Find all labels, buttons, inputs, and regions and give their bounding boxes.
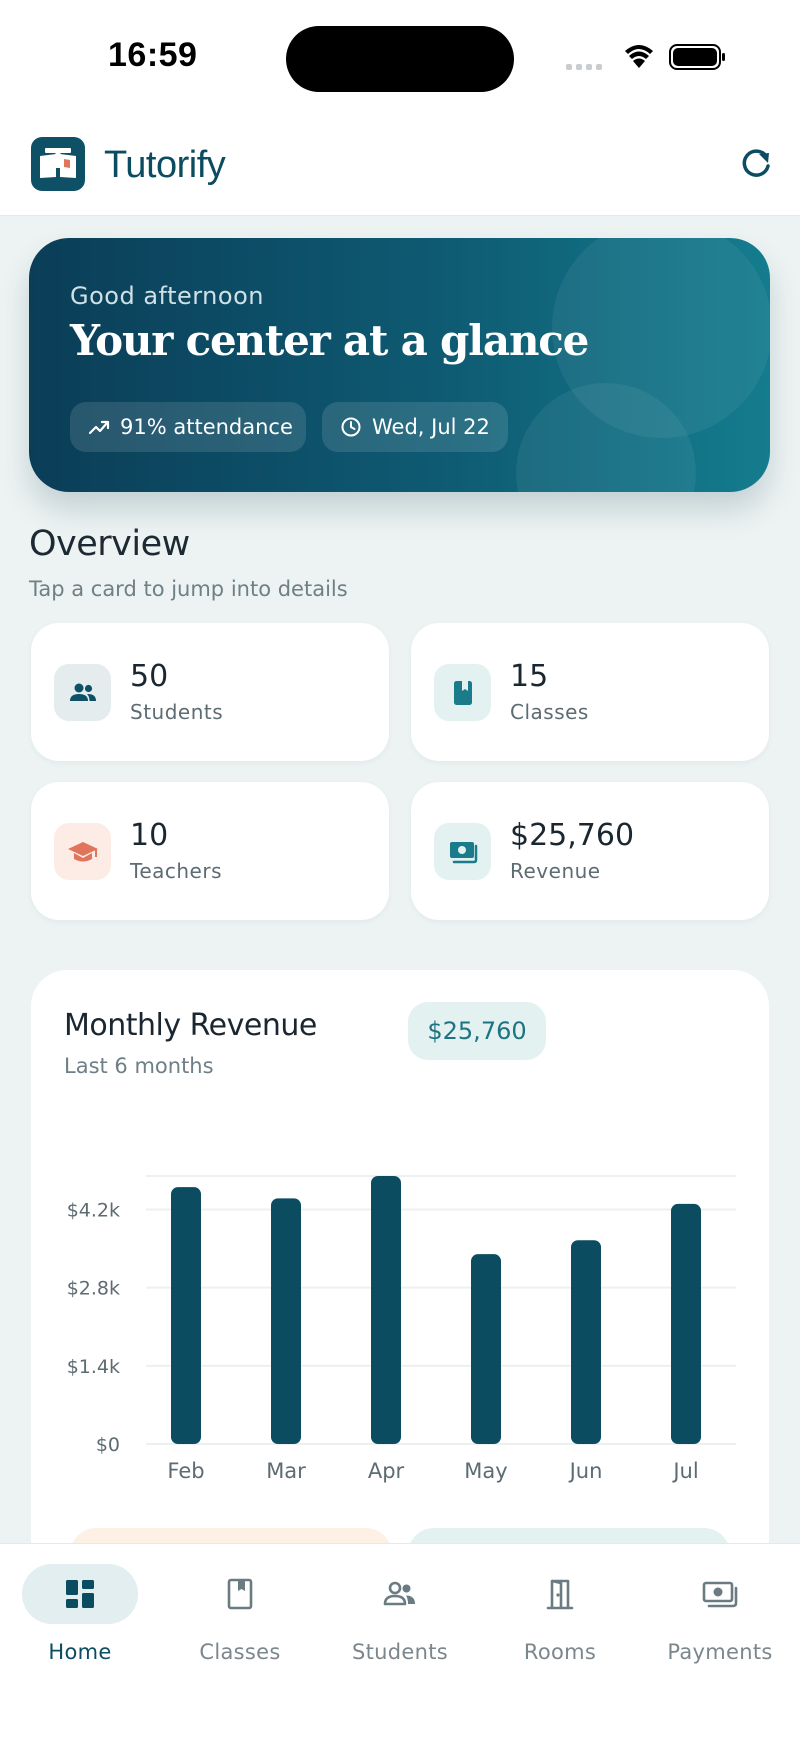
status-bar: 16:59 bbox=[0, 0, 800, 110]
stat-label: Students bbox=[130, 700, 224, 724]
stat-card-revenue[interactable]: $25,760 Revenue bbox=[411, 782, 769, 920]
book-icon bbox=[453, 680, 472, 705]
nav-label: Rooms bbox=[523, 1640, 597, 1664]
stat-card-students[interactable]: 50 Students bbox=[31, 623, 389, 761]
revenue-bar[interactable] bbox=[471, 1254, 501, 1444]
revenue-chart-card: Monthly Revenue Last 6 months $25,760 $0… bbox=[31, 970, 769, 1544]
hero-title: Your center at a glance bbox=[70, 316, 589, 365]
nav-icon-wrap bbox=[182, 1564, 298, 1624]
date-chip: Wed, Jul 22 bbox=[322, 402, 508, 452]
y-tick-label: $1.4k bbox=[67, 1356, 120, 1378]
revenue-bar-chart: $0 $1.4k $2.8k $4.2k Feb Mar Apr May Jun Jul bbox=[67, 1175, 736, 1483]
nav-label: Students bbox=[351, 1640, 448, 1664]
book-icon bbox=[227, 1578, 253, 1610]
nav-icon-wrap bbox=[662, 1564, 778, 1624]
overview-subtitle: Tap a card to jump into details bbox=[29, 577, 348, 601]
overview-title: Overview bbox=[29, 524, 190, 564]
dashboard-icon bbox=[66, 1580, 94, 1608]
x-tick-label: Feb bbox=[167, 1459, 204, 1483]
nav-label: Home bbox=[48, 1640, 112, 1664]
app-name: Tutorify bbox=[104, 144, 226, 186]
scroll-content[interactable]: Good afternoon Your center at a glance 9… bbox=[0, 216, 800, 1544]
stat-value: 50 bbox=[130, 659, 169, 694]
revenue-bar[interactable] bbox=[671, 1203, 701, 1444]
nav-students[interactable]: Students bbox=[320, 1564, 480, 1674]
x-tick-label: Jul bbox=[671, 1459, 698, 1483]
stat-label: Teachers bbox=[130, 859, 222, 883]
nav-payments[interactable]: Payments bbox=[640, 1564, 800, 1674]
date-text: Wed, Jul 22 bbox=[372, 415, 490, 439]
people-icon bbox=[69, 683, 96, 701]
nav-label: Classes bbox=[199, 1640, 281, 1664]
app-header: Tutorify bbox=[0, 110, 800, 216]
trending-up-icon bbox=[88, 420, 110, 435]
stat-icon-bg bbox=[54, 823, 111, 880]
x-tick-label: Mar bbox=[266, 1459, 306, 1483]
revenue-bar[interactable] bbox=[271, 1198, 301, 1444]
y-tick-label: $0 bbox=[96, 1434, 120, 1456]
stat-icon-bg bbox=[434, 823, 491, 880]
status-time: 16:59 bbox=[108, 36, 198, 74]
cash-icon bbox=[449, 841, 477, 863]
attendance-chip: 91% attendance bbox=[70, 402, 306, 452]
wifi-icon bbox=[625, 45, 653, 68]
cash-icon bbox=[702, 1581, 738, 1608]
refresh-icon bbox=[742, 149, 770, 177]
stat-icon-bg bbox=[434, 664, 491, 721]
attendance-text: 91% attendance bbox=[120, 415, 293, 439]
revenue-bar[interactable] bbox=[371, 1176, 401, 1444]
door-icon bbox=[546, 1579, 574, 1610]
nav-rooms[interactable]: Rooms bbox=[480, 1564, 640, 1674]
x-tick-label: Apr bbox=[368, 1459, 405, 1483]
refresh-button[interactable] bbox=[736, 144, 776, 184]
stat-value: $25,760 bbox=[510, 818, 635, 853]
x-tick-label: Jun bbox=[568, 1459, 603, 1483]
nav-classes[interactable]: Classes bbox=[160, 1564, 320, 1674]
stat-value: 15 bbox=[510, 659, 549, 694]
battery-icon bbox=[669, 44, 725, 70]
y-tick-label: $4.2k bbox=[67, 1200, 120, 1222]
hero-card: Good afternoon Your center at a glance 9… bbox=[29, 238, 770, 492]
people-icon bbox=[383, 1581, 415, 1606]
stat-card-teachers[interactable]: 10 Teachers bbox=[31, 782, 389, 920]
status-icons bbox=[566, 44, 725, 70]
nav-icon-wrap bbox=[22, 1564, 138, 1624]
clock-icon bbox=[341, 417, 361, 437]
stat-label: Revenue bbox=[510, 859, 601, 883]
revenue-bar[interactable] bbox=[571, 1240, 601, 1444]
nav-home[interactable]: Home bbox=[0, 1564, 160, 1674]
summary-pill[interactable] bbox=[408, 1528, 730, 1544]
x-tick-label: May bbox=[464, 1459, 507, 1483]
y-tick-label: $2.8k bbox=[67, 1278, 120, 1300]
cellular-signal-icon bbox=[566, 64, 602, 70]
nav-icon-wrap bbox=[342, 1564, 458, 1624]
summary-pill[interactable] bbox=[70, 1528, 392, 1544]
hero-greeting: Good afternoon bbox=[70, 282, 264, 310]
stat-card-classes[interactable]: 15 Classes bbox=[411, 623, 769, 761]
revenue-bar[interactable] bbox=[171, 1187, 201, 1444]
app-logo bbox=[31, 137, 85, 191]
stat-label: Classes bbox=[510, 700, 589, 724]
bottom-nav: Home Classes Students Rooms Payments bbox=[0, 1543, 800, 1739]
stat-value: 10 bbox=[130, 818, 169, 853]
nav-label: Payments bbox=[667, 1640, 773, 1664]
dynamic-island bbox=[286, 26, 514, 92]
nav-icon-wrap bbox=[502, 1564, 618, 1624]
stat-icon-bg bbox=[54, 664, 111, 721]
graduation-cap-icon bbox=[67, 841, 98, 861]
